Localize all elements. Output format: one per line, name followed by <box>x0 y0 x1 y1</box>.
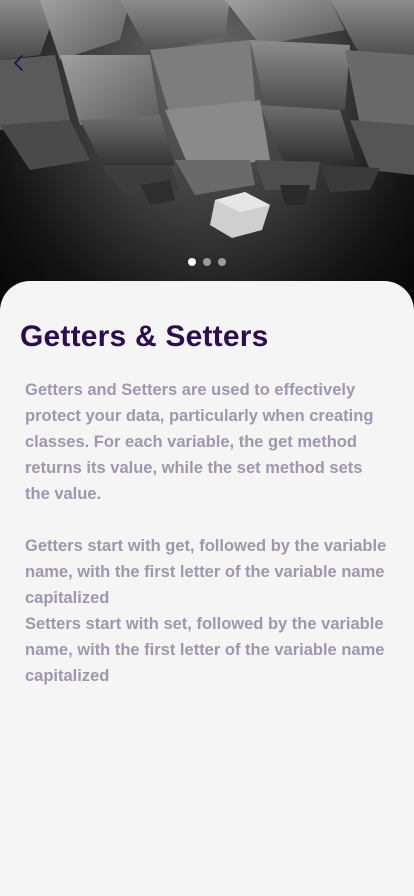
page-title: Getters & Setters <box>20 320 269 353</box>
page-dot-3[interactable] <box>218 258 226 266</box>
page-dot-1[interactable] <box>188 258 196 266</box>
page-dot-2[interactable] <box>203 258 211 266</box>
chevron-left-icon <box>14 55 23 71</box>
paragraph-intro: Getters and Setters are used to effectiv… <box>25 381 374 503</box>
screen: Getters & Setters Getters and Setters ar… <box>0 0 414 896</box>
back-button[interactable] <box>12 54 40 82</box>
carousel-page-indicator <box>0 258 414 266</box>
paragraph-setters: Setters start with set, followed by the … <box>25 615 385 685</box>
paragraph-getters: Getters start with get, followed by the … <box>25 537 387 607</box>
hero-image <box>0 0 414 310</box>
description: Getters and Setters are used to effectiv… <box>25 377 387 689</box>
